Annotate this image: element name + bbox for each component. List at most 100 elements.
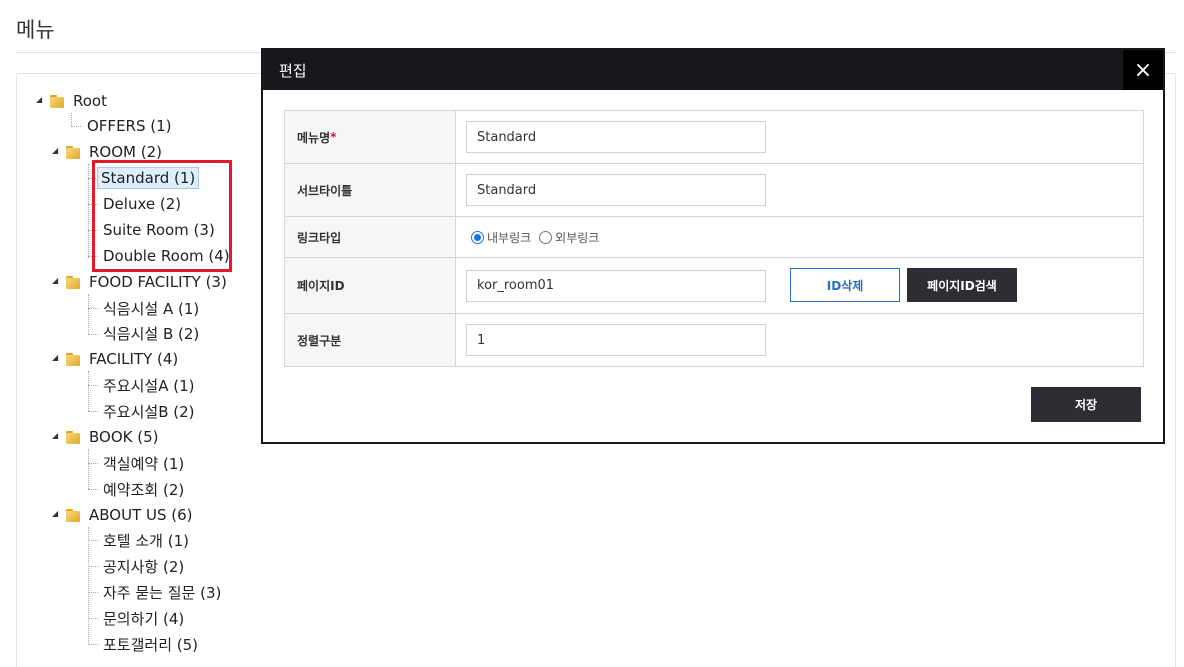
- form-row-link-type: 링크타입 내부링크 외부링크: [285, 217, 1144, 258]
- tree-connector: [88, 385, 98, 386]
- search-page-id-button[interactable]: 페이지ID검색: [907, 268, 1017, 302]
- radio-internal-link[interactable]: 내부링크: [471, 229, 531, 246]
- tree-node-book[interactable]: BOOK (5): [66, 425, 162, 449]
- radio-unchecked-icon: [539, 230, 553, 244]
- edit-form: 메뉴명 * Standard 서브타이틀 Standard 링크타입 내부링크 외…: [284, 110, 1144, 367]
- radio-label: 내부링크: [487, 230, 532, 245]
- menu-name-input[interactable]: Standard: [466, 121, 766, 153]
- form-row-page-id: 페이지ID kor_room01 ID삭제 페이지ID검색: [285, 258, 1144, 314]
- tree-node-label: 주요시설A (1): [103, 376, 195, 395]
- form-row-subtitle: 서브타이틀 Standard: [285, 164, 1144, 217]
- close-button[interactable]: ×: [1123, 50, 1163, 90]
- subtitle-label: 서브타이틀: [285, 164, 456, 216]
- tree-node-label: 문의하기 (4): [103, 609, 185, 628]
- tree-node-label: FOOD FACILITY (3): [89, 273, 227, 291]
- tree-node-food-facility[interactable]: FOOD FACILITY (3): [66, 270, 230, 294]
- tree-node-label: 객실예약 (1): [103, 454, 185, 473]
- tree-node-dining-a[interactable]: 식음시설 A (1): [100, 296, 202, 320]
- folder-icon: [66, 352, 80, 366]
- tree-node-label: FACILITY (4): [89, 350, 179, 368]
- tree-node-photo-gallery[interactable]: 포토갤러리 (5): [100, 632, 201, 656]
- tree-connector: [88, 618, 98, 619]
- tree-connector: [88, 334, 98, 335]
- tree-node-label: Root: [73, 92, 107, 110]
- tree-node-label: 식음시설 B (2): [103, 324, 200, 343]
- form-row-menu-name: 메뉴명 * Standard: [285, 111, 1144, 164]
- tree-node-label: 식음시설 A (1): [103, 299, 200, 318]
- collapse-arrow-icon[interactable]: ◢: [36, 95, 42, 104]
- tree-node-faq[interactable]: 자주 묻는 질문 (3): [100, 580, 224, 604]
- collapse-arrow-icon[interactable]: ◢: [52, 146, 58, 155]
- tree-connector: [71, 113, 72, 126]
- tree-node-notice[interactable]: 공지사항 (2): [100, 554, 187, 578]
- field-label: 메뉴명 *: [285, 111, 456, 163]
- radio-checked-icon: [471, 230, 484, 244]
- modal-header: 편집 ×: [263, 50, 1163, 90]
- required-marker: *: [330, 130, 337, 144]
- subtitle-input[interactable]: Standard: [466, 174, 766, 206]
- tree-connector: [88, 294, 89, 334]
- tree-connector: [88, 566, 98, 567]
- tree-connector: [88, 540, 98, 541]
- link-type-label: 링크타입: [285, 217, 456, 257]
- tree-node-inquiry[interactable]: 문의하기 (4): [100, 606, 187, 630]
- tree-node-label: 공지사항 (2): [103, 557, 185, 576]
- tree-connector: [88, 308, 98, 309]
- tree-connector: [88, 411, 98, 412]
- tree-node-room-reservation[interactable]: 객실예약 (1): [100, 451, 187, 475]
- tree-connector: [88, 527, 89, 645]
- tree-node-facility-a[interactable]: 주요시설A (1): [100, 373, 197, 397]
- sort-order-label: 정렬구분: [285, 314, 456, 366]
- tree-node-facility[interactable]: FACILITY (4): [66, 347, 181, 371]
- folder-icon: [66, 275, 80, 289]
- field-cell: 1: [456, 314, 1144, 366]
- folder-icon: [66, 145, 80, 159]
- close-icon: ×: [1133, 57, 1153, 83]
- tree-node-label: BOOK (5): [89, 428, 159, 446]
- menu-name-label: 메뉴명: [297, 130, 331, 145]
- edit-modal: 편집 × 메뉴명* Standard 서브타이틀 Standard 링크타입: [261, 48, 1165, 444]
- page-id-input[interactable]: kor_room01: [466, 269, 766, 302]
- folder-icon: [66, 430, 80, 444]
- tree-node-reservation-lookup[interactable]: 예약조회 (2): [100, 477, 187, 501]
- tree-node-label: 예약조회 (2): [103, 480, 185, 499]
- field-cell: Standard: [456, 164, 1144, 216]
- collapse-arrow-icon[interactable]: ◢: [52, 431, 58, 440]
- folder-icon: [66, 508, 80, 522]
- tree-node-label: ABOUT US (6): [89, 506, 193, 524]
- selection-highlight-box: [92, 160, 232, 272]
- form-row-sort-order: 정렬구분 1: [285, 314, 1144, 367]
- collapse-arrow-icon[interactable]: ◢: [52, 353, 58, 362]
- field-cell: 내부링크 외부링크: [456, 217, 1144, 257]
- tree-connector: [71, 126, 81, 127]
- tree-node-facility-b[interactable]: 주요시설B (2): [100, 399, 198, 423]
- tree-connector: [88, 592, 98, 593]
- collapse-arrow-icon[interactable]: ◢: [52, 276, 58, 285]
- tree-connector: [88, 489, 98, 490]
- radio-label: 외부링크: [555, 230, 600, 245]
- field-cell: Standard: [456, 111, 1144, 163]
- tree-node-label: 자주 묻는 질문 (3): [103, 583, 222, 602]
- tree-node-about-us[interactable]: ABOUT US (6): [66, 503, 196, 527]
- tree-node-label: 포토갤러리 (5): [103, 635, 199, 654]
- tree-node-root[interactable]: Root: [50, 89, 110, 113]
- save-button[interactable]: 저장: [1031, 387, 1141, 422]
- collapse-arrow-icon[interactable]: ◢: [52, 509, 58, 518]
- tree-node-label: 호텔 소개 (1): [103, 531, 189, 550]
- tree-connector: [88, 449, 89, 489]
- tree-node-label: ROOM (2): [89, 143, 162, 161]
- folder-icon: [50, 94, 64, 108]
- field-cell: kor_room01 ID삭제 페이지ID검색: [456, 258, 1144, 313]
- tree-node-offers[interactable]: OFFERS (1): [84, 114, 175, 138]
- tree-node-label: 주요시설B (2): [103, 402, 195, 421]
- radio-external-link[interactable]: 외부링크: [539, 229, 599, 246]
- modal-title: 편집: [279, 62, 307, 80]
- tree-connector: [88, 463, 98, 464]
- tree-connector: [88, 644, 98, 645]
- tree-node-hotel-intro[interactable]: 호텔 소개 (1): [100, 528, 192, 552]
- sort-order-input[interactable]: 1: [466, 324, 766, 356]
- tree-connector: [88, 371, 89, 411]
- tree-node-label: OFFERS (1): [87, 117, 172, 135]
- tree-node-dining-b[interactable]: 식음시설 B (2): [100, 321, 202, 345]
- delete-id-button[interactable]: ID삭제: [790, 268, 900, 302]
